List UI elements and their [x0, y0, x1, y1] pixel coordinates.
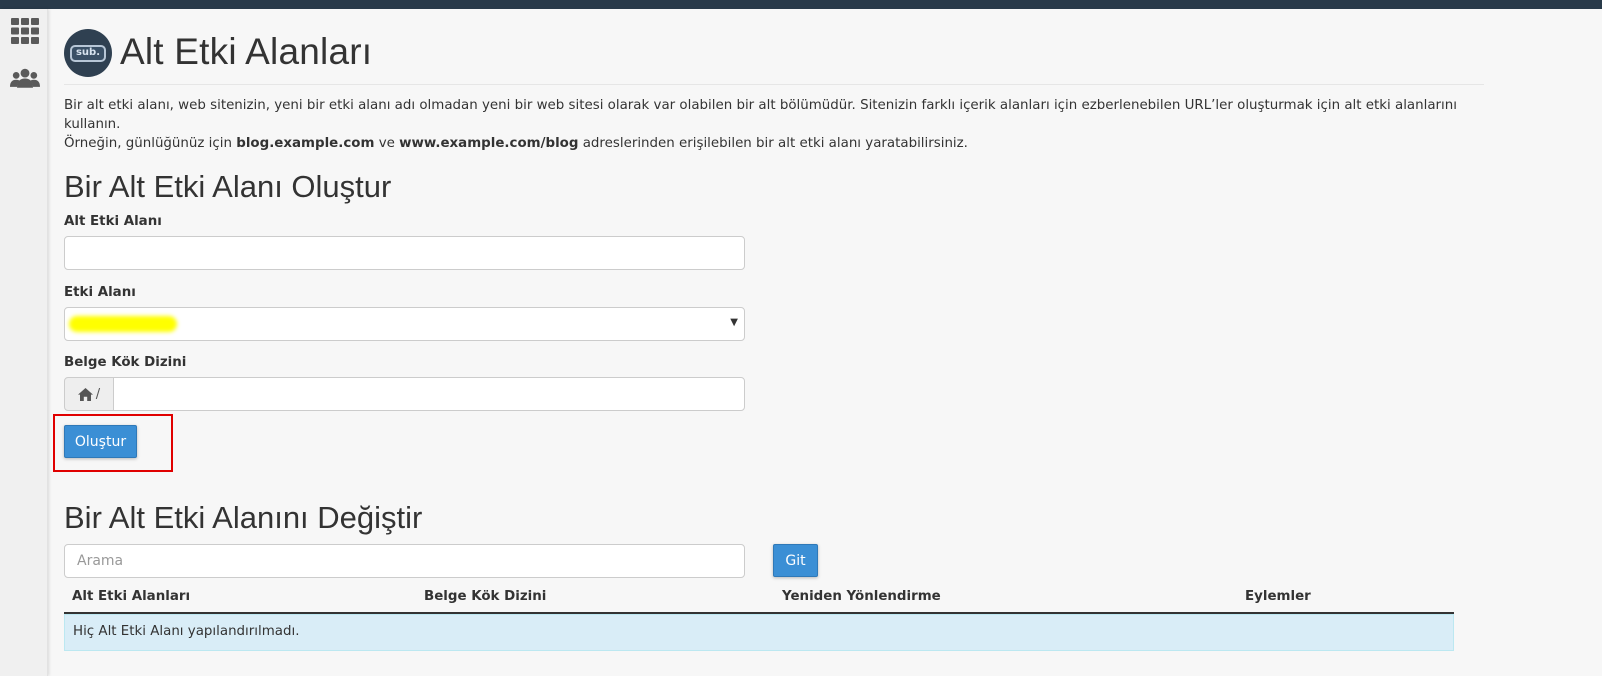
- top-bar: [0, 0, 1602, 9]
- example-subdomain: blog.example.com: [236, 136, 375, 151]
- description-line2-mid: ve: [374, 136, 400, 151]
- home-icon: [77, 387, 93, 401]
- example-path: www.example.com/blog: [399, 136, 579, 151]
- search-input[interactable]: [64, 544, 745, 578]
- column-actions: Eylemler: [1245, 589, 1311, 604]
- page-title: Alt Etki Alanları: [120, 31, 373, 72]
- dropdown-arrow-icon: ▼: [730, 317, 738, 328]
- domain-label: Etki Alanı: [64, 285, 136, 300]
- docroot-prefix: /: [95, 386, 101, 402]
- description-line2-suffix: adreslerinden erişilebilen bir alt etki …: [578, 136, 968, 151]
- create-button[interactable]: Oluştur: [64, 425, 137, 458]
- docroot-prefix-addon: /: [64, 377, 114, 411]
- logo-text: sub.: [69, 44, 107, 62]
- domain-selected-value: [69, 314, 177, 334]
- go-button[interactable]: Git: [773, 544, 818, 577]
- table-header: Alt Etki Alanları Belge Kök Dizini Yenid…: [64, 585, 1454, 614]
- docroot-label: Belge Kök Dizini: [64, 355, 187, 370]
- empty-table-message: Hiç Alt Etki Alanı yapılandırılmadı.: [64, 614, 1454, 651]
- column-subdomains[interactable]: Alt Etki Alanları: [72, 589, 190, 604]
- page-header: sub. Alt Etki Alanları: [64, 17, 1484, 85]
- subdomain-input[interactable]: [64, 236, 745, 270]
- users-icon[interactable]: [10, 65, 40, 91]
- docroot-input[interactable]: [113, 377, 745, 411]
- docroot-input-group: /: [64, 377, 745, 411]
- subdomain-logo-icon: sub.: [64, 29, 112, 77]
- sidebar: [0, 9, 48, 676]
- domain-select[interactable]: ▼: [64, 307, 745, 341]
- subdomain-label: Alt Etki Alanı: [64, 214, 162, 229]
- create-section-title: Bir Alt Etki Alanı Oluştur: [64, 169, 392, 204]
- page-description: Bir alt etki alanı, web sitenizin, yeni …: [64, 96, 1484, 153]
- apps-grid-icon[interactable]: [10, 18, 40, 44]
- modify-section-title: Bir Alt Etki Alanını Değiştir: [64, 500, 423, 535]
- description-line1: Bir alt etki alanı, web sitenizin, yeni …: [64, 98, 1457, 132]
- column-redirect[interactable]: Yeniden Yönlendirme: [782, 589, 941, 604]
- redaction-highlight: [69, 316, 177, 332]
- domain-selected-text: [69, 316, 75, 331]
- description-line2-prefix: Örneğin, günlüğünüz için: [64, 136, 237, 151]
- column-docroot[interactable]: Belge Kök Dizini: [424, 589, 546, 604]
